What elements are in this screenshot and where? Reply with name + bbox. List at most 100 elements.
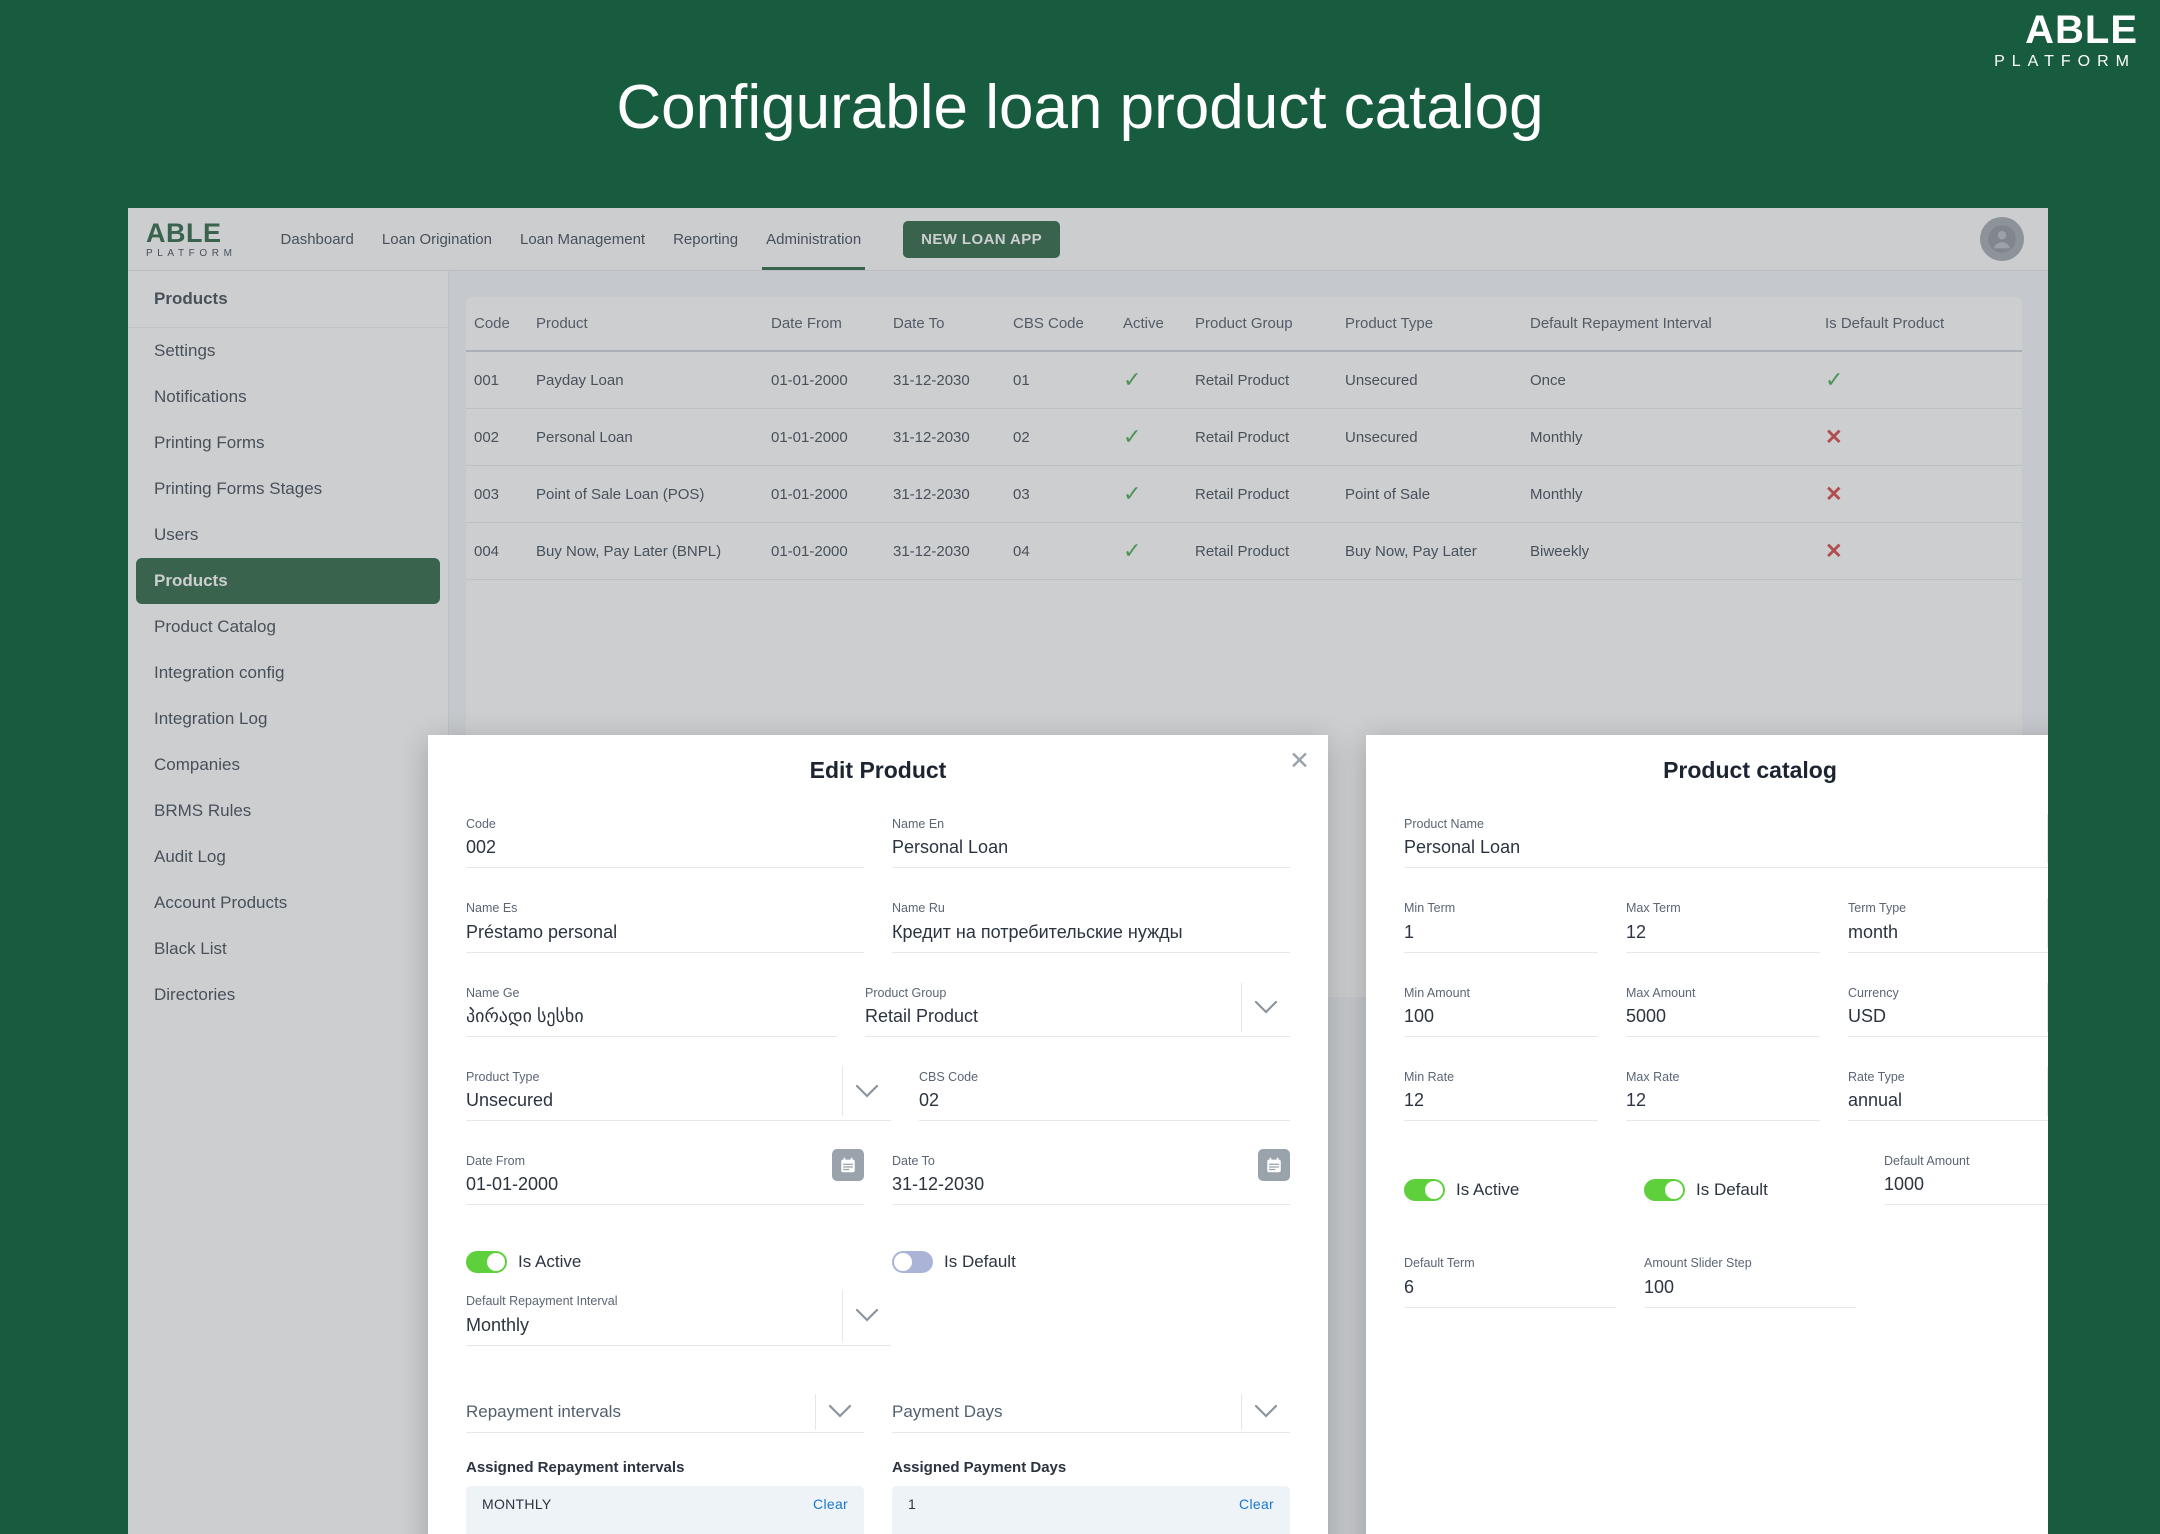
edit-toggle-row: Is Active Is Default: [466, 1241, 1290, 1274]
is-default-label: Is Default: [944, 1252, 1016, 1272]
term-type-select[interactable]: Term Type month: [1848, 890, 2048, 953]
is-default-toggle[interactable]: [892, 1251, 933, 1274]
close-icon[interactable]: ✕: [1289, 749, 1310, 774]
table-row[interactable]: 004 Buy Now, Pay Later (BNPL) 01-01-2000…: [466, 522, 2022, 580]
default-term-field[interactable]: Default Term 6: [1404, 1245, 1616, 1308]
default-repayment-interval-select[interactable]: Default Repayment Interval Monthly: [466, 1283, 891, 1346]
default-repayment-interval-label: Default Repayment Interval: [466, 1294, 618, 1309]
sidebar-item-audit-log[interactable]: Audit Log: [128, 834, 448, 880]
product-group-select[interactable]: Product Group Retail Product: [865, 975, 1290, 1037]
app-logo[interactable]: ABLE PLATFORM: [146, 219, 237, 259]
nav-item-administration[interactable]: Administration: [752, 208, 875, 270]
sidebar-item-integration-log[interactable]: Integration Log: [128, 696, 448, 742]
sidebar-item-directories[interactable]: Directories: [128, 972, 448, 1018]
sidebar-item-companies[interactable]: Companies: [128, 742, 448, 788]
column-code[interactable]: Code: [466, 297, 528, 352]
new-loan-app-button[interactable]: NEW LOAN APP: [903, 220, 1061, 258]
min-term-field[interactable]: Min Term 1: [1404, 890, 1598, 953]
sidebar-item-users[interactable]: Users: [128, 512, 448, 558]
cell-active: ✓: [1115, 522, 1187, 580]
default-amount-field[interactable]: Default Amount 1000: [1884, 1143, 2048, 1206]
calendar-icon[interactable]: [1258, 1149, 1290, 1181]
amount-slider-step-field[interactable]: Amount Slider Step 100: [1644, 1245, 1856, 1308]
column-default-repayment-interval[interactable]: Default Repayment Interval: [1522, 297, 1817, 352]
user-avatar-icon[interactable]: [1980, 217, 2024, 261]
sidebar-item-notifications[interactable]: Notifications: [128, 374, 448, 420]
sidebar-item-integration-config[interactable]: Integration config: [128, 650, 448, 696]
table-row[interactable]: 001 Payday Loan 01-01-2000 31-12-2030 01…: [466, 351, 2022, 409]
clear-link[interactable]: Clear: [1239, 1496, 1274, 1512]
cell-code: 002: [466, 408, 528, 466]
sidebar-item-printing-forms-stages[interactable]: Printing Forms Stages: [128, 466, 448, 512]
chevron-down-icon[interactable]: [815, 1393, 864, 1430]
column-cbs-code[interactable]: CBS Code: [1005, 297, 1115, 352]
nav-item-dashboard[interactable]: Dashboard: [267, 208, 368, 270]
column-product[interactable]: Product: [528, 297, 763, 352]
nav-item-loan-origination[interactable]: Loan Origination: [368, 208, 506, 270]
field-row-product-name: Product Name Personal Loan: [1404, 806, 2048, 890]
min-amount-field[interactable]: Min Amount 100: [1404, 975, 1598, 1037]
date-from-field[interactable]: Date From 01-01-2000: [466, 1143, 864, 1206]
sidebar-item-printing-forms[interactable]: Printing Forms: [128, 420, 448, 466]
product-name-select[interactable]: Product Name Personal Loan: [1404, 806, 2048, 869]
assigned-payment-days-title: Assigned Payment Days: [892, 1458, 1067, 1476]
sidebar-item-products[interactable]: Products: [136, 558, 440, 604]
sidebar-item-brms-rules[interactable]: BRMS Rules: [128, 788, 448, 834]
is-active-label: Is Active: [518, 1252, 582, 1272]
rate-type-value: annual: [1848, 1090, 1903, 1110]
min-rate-field[interactable]: Min Rate 12: [1404, 1059, 1598, 1121]
name-ru-value: Кредит на потребительские нужды: [892, 921, 1183, 942]
sidebar: Products Settings Notifications Printing…: [128, 271, 448, 1534]
nav-item-loan-management[interactable]: Loan Management: [506, 208, 659, 270]
column-date-from[interactable]: Date From: [763, 297, 885, 352]
calendar-icon[interactable]: [832, 1149, 864, 1181]
chevron-down-icon[interactable]: [1241, 1393, 1290, 1430]
date-to-field[interactable]: Date To 31-12-2030: [892, 1143, 1290, 1206]
table-row[interactable]: 002 Personal Loan 01-01-2000 31-12-2030 …: [466, 408, 2022, 466]
code-field[interactable]: Code 002: [466, 806, 864, 869]
min-rate-label: Min Rate: [1404, 1069, 1455, 1084]
name-en-field[interactable]: Name En Personal Loan: [892, 806, 1290, 869]
currency-select[interactable]: Currency USD: [1848, 975, 2048, 1037]
column-is-default-product[interactable]: Is Default Product: [1817, 297, 2022, 352]
name-es-field[interactable]: Name Es Préstamo personal: [466, 890, 864, 953]
sidebar-item-settings[interactable]: Settings: [128, 328, 448, 374]
cell-active: ✓: [1115, 351, 1187, 409]
chevron-down-icon[interactable]: [842, 1066, 891, 1116]
is-active-toggle[interactable]: [1404, 1179, 1445, 1202]
max-term-field[interactable]: Max Term 12: [1626, 890, 1820, 953]
clear-link[interactable]: Clear: [813, 1496, 848, 1512]
sidebar-item-account-products[interactable]: Account Products: [128, 880, 448, 926]
chevron-down-icon[interactable]: [2047, 1066, 2048, 1116]
column-product-group[interactable]: Product Group: [1187, 297, 1337, 352]
payment-days-select[interactable]: Payment Days: [892, 1390, 1290, 1433]
chevron-down-icon[interactable]: [2047, 814, 2048, 864]
cross-icon: ✕: [1825, 482, 1843, 506]
name-ru-field[interactable]: Name Ru Кредит на потребительские нужды: [892, 890, 1290, 953]
slide-brand-logo: ABLE PLATFORM: [1994, 10, 2138, 70]
max-amount-field[interactable]: Max Amount 5000: [1626, 975, 1820, 1037]
chevron-down-icon[interactable]: [2047, 982, 2048, 1032]
table-row[interactable]: 003 Point of Sale Loan (POS) 01-01-2000 …: [466, 465, 2022, 523]
nav-item-reporting[interactable]: Reporting: [659, 208, 752, 270]
max-rate-field[interactable]: Max Rate 12: [1626, 1059, 1820, 1121]
chevron-down-icon[interactable]: [2047, 898, 2048, 948]
repayment-intervals-select[interactable]: Repayment intervals: [466, 1390, 864, 1433]
is-default-toggle[interactable]: [1644, 1179, 1685, 1202]
column-active[interactable]: Active: [1115, 297, 1187, 352]
product-type-select[interactable]: Product Type Unsecured: [466, 1059, 891, 1121]
check-icon: ✓: [1123, 424, 1142, 449]
column-product-type[interactable]: Product Type: [1337, 297, 1522, 352]
field-row-dates: Date From 01-01-2000 Date To 31-12-2030: [466, 1143, 1290, 1227]
sidebar-item-product-catalog[interactable]: Product Catalog: [128, 604, 448, 650]
chevron-down-icon[interactable]: [842, 1291, 891, 1341]
is-active-toggle[interactable]: [466, 1251, 507, 1274]
cbs-code-label: CBS Code: [919, 1069, 979, 1084]
name-ge-field[interactable]: Name Ge პირადი სესხი: [466, 975, 837, 1037]
chevron-down-icon[interactable]: [1241, 982, 1290, 1032]
sidebar-item-black-list[interactable]: Black List: [128, 926, 448, 972]
cbs-code-field[interactable]: CBS Code 02: [919, 1059, 1290, 1121]
column-date-to[interactable]: Date To: [885, 297, 1005, 352]
app-window: ABLE PLATFORM Dashboard Loan Origination…: [128, 208, 2048, 1534]
rate-type-select[interactable]: Rate Type annual: [1848, 1059, 2048, 1121]
